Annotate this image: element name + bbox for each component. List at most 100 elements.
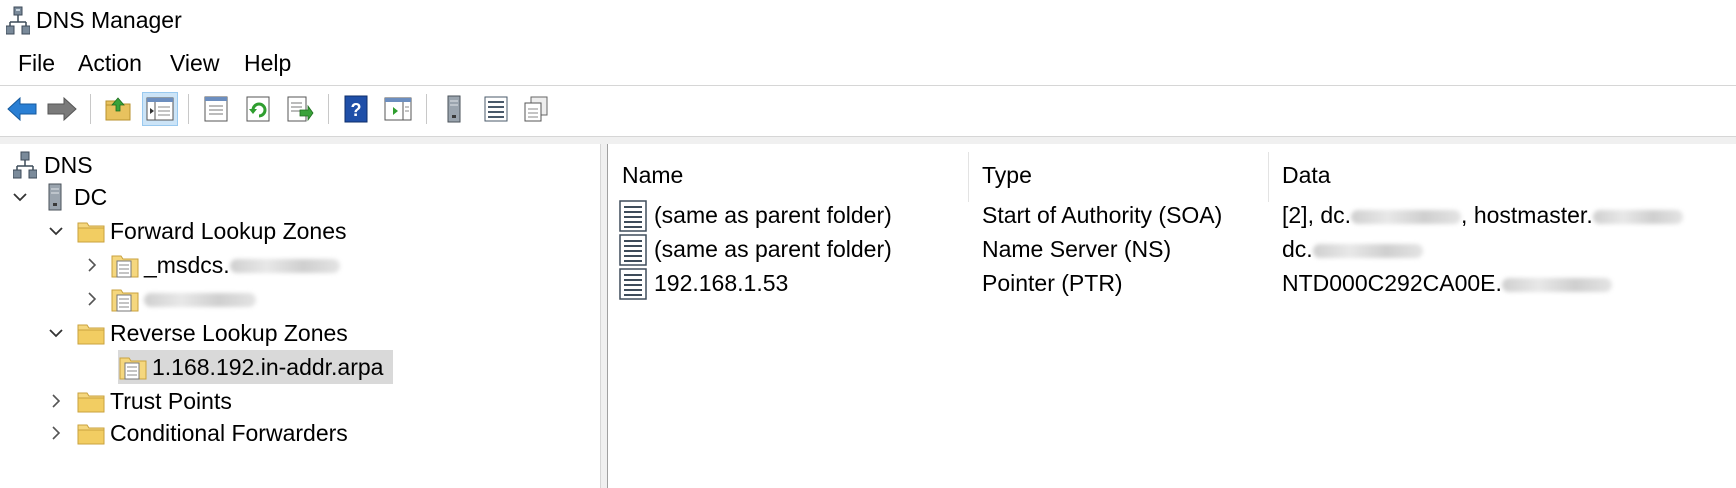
up-one-level-button[interactable] <box>100 92 136 126</box>
chevron-down-icon[interactable] <box>46 221 66 241</box>
copy-icon <box>524 96 548 122</box>
record-type: Name Server (NS) <box>982 236 1172 262</box>
help-button[interactable]: ? <box>338 92 374 126</box>
chevron-right-icon[interactable] <box>46 391 66 411</box>
tree-node-domain-zone[interactable] <box>82 282 260 316</box>
menu-view[interactable]: View <box>168 50 221 77</box>
server-icon <box>40 183 70 211</box>
column-header-data[interactable]: Data <box>1282 162 1331 196</box>
redacted-domain <box>1501 277 1612 292</box>
zone-file-icon <box>110 251 140 279</box>
tree-node-reverse-lookup-zones[interactable]: Reverse Lookup Zones <box>46 316 352 350</box>
record-type: Pointer (PTR) <box>982 270 1123 296</box>
folder-icon <box>76 387 106 415</box>
list-row[interactable]: (same as parent folder) Start of Authori… <box>608 198 1736 234</box>
zone-file-icon <box>110 285 140 313</box>
dns-manager-icon <box>6 6 30 35</box>
export-list-icon <box>287 96 314 122</box>
zone-file-icon <box>118 353 148 381</box>
record-name: (same as parent folder) <box>654 236 892 262</box>
folder-icon <box>76 319 106 347</box>
list-row[interactable]: 192.168.1.53 Pointer (PTR) NTD000C292CA0… <box>608 266 1736 302</box>
pane-top-border <box>0 136 1736 144</box>
tree-node-reverse-zone-selected[interactable]: 1.168.192.in-addr.arpa <box>118 350 394 384</box>
server-icon <box>447 95 461 123</box>
tree-label: Forward Lookup Zones <box>110 217 347 244</box>
menu-bar: File Action View Help <box>0 44 1736 84</box>
tree-node-dns[interactable]: DNS <box>10 148 97 182</box>
folder-icon <box>76 419 106 447</box>
list-row[interactable]: (same as parent folder) Name Server (NS)… <box>608 232 1736 268</box>
record-icon <box>619 200 647 232</box>
record-icon <box>619 268 647 300</box>
column-header-name[interactable]: Name <box>622 162 683 196</box>
record-data: NTD000C292CA00E. <box>1282 270 1612 297</box>
chevron-right-icon[interactable] <box>82 255 102 275</box>
tree-label: 1.168.192.in-addr.arpa <box>152 353 384 380</box>
toolbar-separator <box>90 94 91 124</box>
selection-highlight: 1.168.192.in-addr.arpa <box>118 350 394 384</box>
refresh-button[interactable] <box>240 92 276 126</box>
list-view-icon <box>484 96 508 122</box>
show-action-pane-button[interactable] <box>380 92 416 126</box>
pane-splitter[interactable] <box>600 144 608 488</box>
tree-node-forward-lookup-zones[interactable]: Forward Lookup Zones <box>46 214 351 248</box>
server-button[interactable] <box>436 92 472 126</box>
record-data: dc. <box>1282 236 1423 263</box>
tree-node-conditional-forwarders[interactable]: Conditional Forwarders <box>46 416 352 450</box>
column-divider[interactable] <box>1268 152 1269 202</box>
menu-action[interactable]: Action <box>76 50 144 77</box>
back-arrow-icon <box>7 96 37 122</box>
title-bar: DNS Manager <box>0 0 1736 44</box>
column-divider[interactable] <box>968 152 969 202</box>
chevron-down-icon[interactable] <box>10 187 30 207</box>
dns-icon <box>10 151 40 179</box>
toolbar-separator <box>426 94 427 124</box>
export-list-button[interactable] <box>282 92 318 126</box>
tree-label: DNS <box>44 151 93 178</box>
tree-node-server[interactable]: DC <box>10 180 111 214</box>
record-name: (same as parent folder) <box>654 202 892 228</box>
redacted-domain <box>229 259 340 274</box>
console-tree: DNS DC Forward Lookup Zones _msdcs. Reve… <box>0 144 600 488</box>
redacted-domain <box>1351 209 1462 224</box>
redacted-domain <box>1592 209 1683 224</box>
back-button[interactable] <box>4 92 40 126</box>
forward-button[interactable] <box>44 92 80 126</box>
menu-file[interactable]: File <box>16 50 57 77</box>
tree-node-trust-points[interactable]: Trust Points <box>46 384 236 418</box>
properties-button[interactable] <box>198 92 234 126</box>
toolbar-separator <box>188 94 189 124</box>
chevron-right-icon[interactable] <box>46 423 66 443</box>
tree-label <box>140 286 260 313</box>
refresh-icon <box>246 96 270 122</box>
copy-view-button[interactable] <box>518 92 554 126</box>
window-title: DNS Manager <box>36 7 182 33</box>
column-header-type[interactable]: Type <box>982 162 1032 196</box>
tree-label: Conditional Forwarders <box>110 419 348 446</box>
show-hide-console-tree-button[interactable] <box>142 92 178 126</box>
results-list: Name Type Data (same as parent folder) S… <box>608 144 1736 488</box>
chevron-right-icon[interactable] <box>82 289 102 309</box>
redacted-domain <box>144 293 256 308</box>
forward-arrow-icon <box>47 96 77 122</box>
action-pane-icon <box>384 97 412 121</box>
tree-node-msdcs-zone[interactable]: _msdcs. <box>82 248 344 282</box>
tree-label: Reverse Lookup Zones <box>110 319 348 346</box>
menu-help[interactable]: Help <box>242 50 293 77</box>
svg-text:?: ? <box>351 100 362 120</box>
console-tree-icon <box>146 97 174 121</box>
list-view-button[interactable] <box>478 92 514 126</box>
toolbar-separator <box>328 94 329 124</box>
record-data: [2], dc., hostmaster. <box>1282 202 1683 229</box>
chevron-down-icon[interactable] <box>46 323 66 343</box>
toolbar: ? <box>0 86 1736 132</box>
up-folder-icon <box>105 97 131 121</box>
tree-label: DC <box>74 183 108 210</box>
record-icon <box>619 234 647 266</box>
tree-label: Trust Points <box>110 387 232 414</box>
record-type: Start of Authority (SOA) <box>982 202 1223 228</box>
record-name: 192.168.1.53 <box>654 270 789 296</box>
properties-icon <box>204 96 228 122</box>
folder-icon <box>76 217 106 245</box>
